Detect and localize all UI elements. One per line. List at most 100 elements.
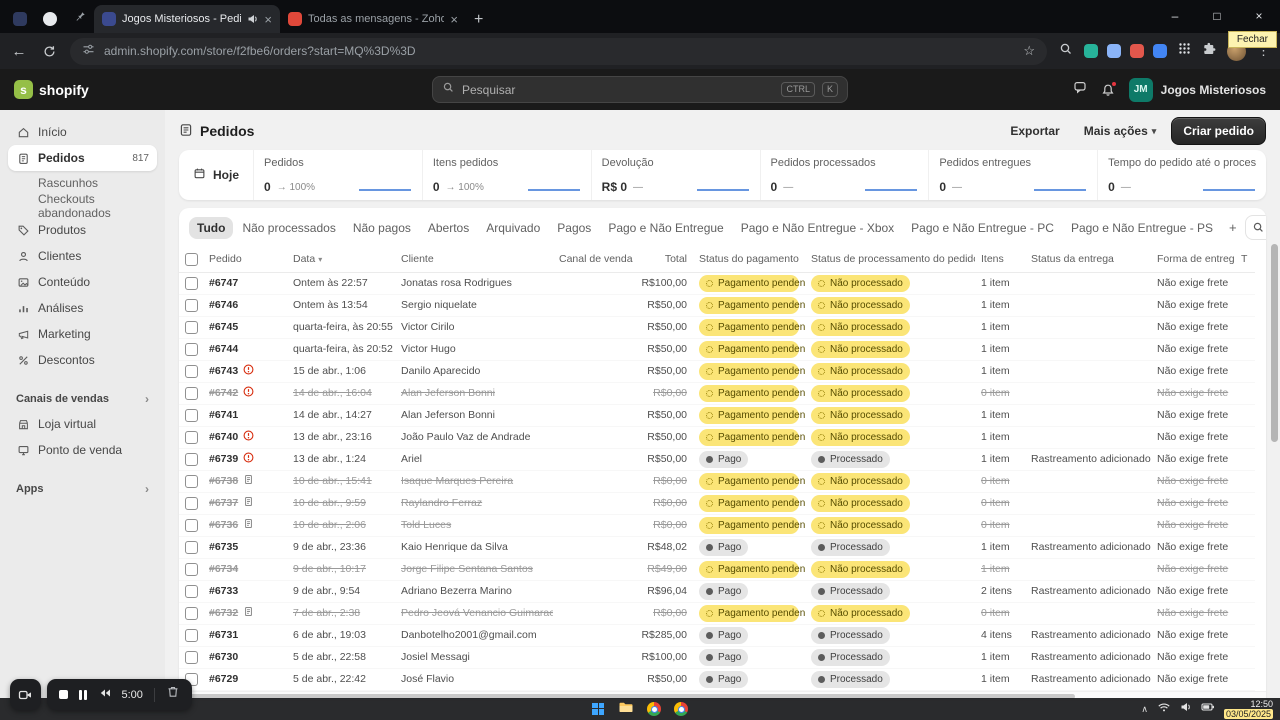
chrome-icon[interactable] [647, 702, 661, 716]
row-checkbox[interactable] [185, 628, 198, 642]
maximize-button[interactable]: □ [1196, 0, 1238, 32]
order-id-cell[interactable]: #6735 [203, 536, 287, 559]
order-id-cell[interactable]: #6736 [203, 514, 287, 537]
order-row[interactable]: #6733 9 de abr., 9:54 Adriano Bezerra Mari… [179, 580, 1255, 603]
notifications-bell-icon[interactable] [1101, 80, 1117, 97]
order-id-cell[interactable]: #6737 [203, 492, 287, 515]
filter-tab-pagos[interactable]: Pagos [549, 217, 599, 239]
order-id-cell[interactable]: #6732 [203, 602, 287, 625]
row-checkbox[interactable] [185, 298, 198, 312]
row-checkbox[interactable] [185, 452, 198, 466]
tab-close-icon[interactable]: × [450, 12, 458, 27]
order-id-cell[interactable]: #6730 [203, 646, 287, 669]
column-header-total[interactable]: Total [633, 247, 693, 273]
extensions-puzzle-icon[interactable] [1202, 42, 1216, 61]
order-id-cell[interactable]: #6746 [203, 294, 287, 317]
back-icon[interactable]: ← [10, 43, 28, 60]
pinned-tab-2[interactable] [36, 5, 64, 33]
order-row[interactable]: #6743 15 de abr., 1:06 Danilo Aparecido R$5… [179, 360, 1255, 383]
sidebar-item-loja-virtual[interactable]: Loja virtual [8, 411, 157, 437]
chrome-icon-2[interactable] [674, 702, 688, 716]
filter-tab-nao-pagos[interactable]: Não pagos [345, 217, 419, 239]
sidebar-item-analises[interactable]: Análises [8, 295, 157, 321]
row-checkbox[interactable] [185, 606, 198, 620]
sidebar-section-canais-de-vendas[interactable]: Canais de vendas › [8, 389, 157, 409]
row-checkbox[interactable] [185, 584, 198, 598]
column-header-pedido[interactable]: Pedido [203, 247, 287, 273]
row-checkbox[interactable] [185, 430, 198, 444]
column-header-data[interactable]: Data ▾ [287, 247, 395, 273]
filter-tab-pago-e-nao-entregue-xbox[interactable]: Pago e Não Entregue - Xbox [733, 217, 902, 239]
filter-tab-nao-processados[interactable]: Não processados [234, 217, 343, 239]
vertical-scrollbar-thumb[interactable] [1271, 244, 1278, 442]
sidebar-item-marketing[interactable]: Marketing [8, 321, 157, 347]
order-row[interactable]: #6730 5 de abr., 22:58 Josiel Messagi R$100… [179, 646, 1255, 669]
column-header-status-do-pagamento[interactable]: Status do pagamento [693, 247, 805, 273]
order-id-cell[interactable]: #6733 [203, 580, 287, 603]
windows-start-icon[interactable] [592, 702, 605, 716]
tab-audio-icon[interactable] [247, 13, 258, 25]
order-row[interactable]: #6729 5 de abr., 22:42 José Flavio R$50,00 P… [179, 668, 1255, 691]
admin-search-input[interactable]: Pesquisar CTRL K [432, 76, 848, 103]
export-button[interactable]: Exportar [1001, 119, 1068, 143]
order-id-cell[interactable]: #6738 [203, 470, 287, 493]
file-explorer-icon[interactable] [618, 700, 634, 719]
order-id-cell[interactable]: #6731 [203, 624, 287, 647]
site-settings-icon[interactable] [82, 43, 95, 59]
url-bar[interactable]: admin.shopify.com/store/f2fbe6/orders?st… [70, 37, 1047, 65]
row-checkbox[interactable] [185, 364, 198, 378]
column-header-status-de-processamento-do-pedido[interactable]: Status de processamento do pedido [805, 247, 975, 273]
search-filter-button[interactable] [1244, 215, 1266, 240]
row-checkbox[interactable] [185, 408, 198, 422]
account-menu[interactable]: JM Jogos Misteriosos [1128, 77, 1266, 102]
filter-tab-arquivado[interactable]: Arquivado [478, 217, 548, 239]
close-button[interactable]: × [1238, 0, 1280, 32]
sidebar-item-clientes[interactable]: Clientes [8, 243, 157, 269]
order-row[interactable]: #6741 14 de abr., 14:27 Alan Jeferson Bonn… [179, 404, 1255, 427]
order-id-cell[interactable]: #6729 [203, 668, 287, 691]
row-checkbox[interactable] [185, 320, 198, 334]
order-id-cell[interactable]: #6734 [203, 558, 287, 581]
order-row[interactable]: #6740 13 de abr., 23:16 João Paulo Vaz de … [179, 426, 1255, 449]
sidebar-item-ponto-de-venda[interactable]: Ponto de venda [8, 437, 157, 463]
pause-recording-button[interactable] [79, 689, 87, 700]
column-header-canal-de-vendas[interactable]: Canal de vendas [553, 247, 633, 273]
date-range-button[interactable]: Hoje [179, 150, 253, 200]
filter-tab-pago-e-nao-entregue[interactable]: Pago e Não Entregue [600, 217, 731, 239]
order-id-cell[interactable]: #6741 [203, 404, 287, 427]
order-row[interactable]: #6731 6 de abr., 19:03 Danbotelho2001@gmai… [179, 624, 1255, 647]
order-id-cell[interactable]: #6747 [203, 272, 287, 295]
volume-icon[interactable] [1180, 700, 1192, 718]
apps-grid-icon[interactable] [1178, 42, 1191, 60]
sidebar-item-checkouts-abandonados[interactable]: Checkouts abandonados [8, 192, 157, 220]
browser-tab-1[interactable]: Jogos Misteriosos - Pedido × [94, 5, 280, 33]
sidebar-item-pedidos[interactable]: Pedidos 817 [8, 145, 157, 171]
tab-close-icon[interactable]: × [264, 12, 272, 27]
more-actions-button[interactable]: Mais ações ▾ [1075, 119, 1166, 143]
filter-tab-tudo[interactable]: Tudo [189, 216, 234, 239]
rewind-button[interactable] [98, 686, 111, 704]
order-row[interactable]: #6742 14 de abr., 16:04 Alan Jeferson Bonn… [179, 382, 1255, 405]
column-header-itens[interactable]: Itens [975, 247, 1025, 273]
row-checkbox[interactable] [185, 386, 198, 400]
battery-icon[interactable] [1201, 700, 1215, 718]
column-header-status-da-entrega[interactable]: Status da entrega [1025, 247, 1151, 273]
extension-indigo-icon[interactable] [1153, 44, 1167, 58]
camera-button[interactable] [10, 679, 41, 710]
add-view-button[interactable]: + [1222, 216, 1244, 239]
vertical-scrollbar[interactable] [1271, 244, 1278, 684]
extension-teal-icon[interactable] [1084, 44, 1098, 58]
column-header-cliente[interactable]: Cliente [395, 247, 553, 273]
minimize-button[interactable]: – [1154, 0, 1196, 32]
order-row[interactable]: #6737 10 de abr., 9:59 Raylandro Ferraz R$0… [179, 492, 1255, 515]
search-icon[interactable] [1059, 42, 1073, 61]
order-row[interactable]: #6732 7 de abr., 2:38 Pedro Jeová Venancio… [179, 602, 1255, 625]
order-row[interactable]: #6739 13 de abr., 1:24 Ariel R$50,00 Pago Pro… [179, 448, 1255, 471]
new-tab-button[interactable]: + [474, 12, 483, 28]
order-id-cell[interactable]: #6740 [203, 426, 287, 449]
row-checkbox[interactable] [185, 540, 198, 554]
chat-icon[interactable] [1073, 80, 1087, 99]
delete-recording-button[interactable] [166, 685, 180, 704]
extension-blue-icon[interactable] [1107, 44, 1121, 58]
row-checkbox[interactable] [185, 496, 198, 510]
